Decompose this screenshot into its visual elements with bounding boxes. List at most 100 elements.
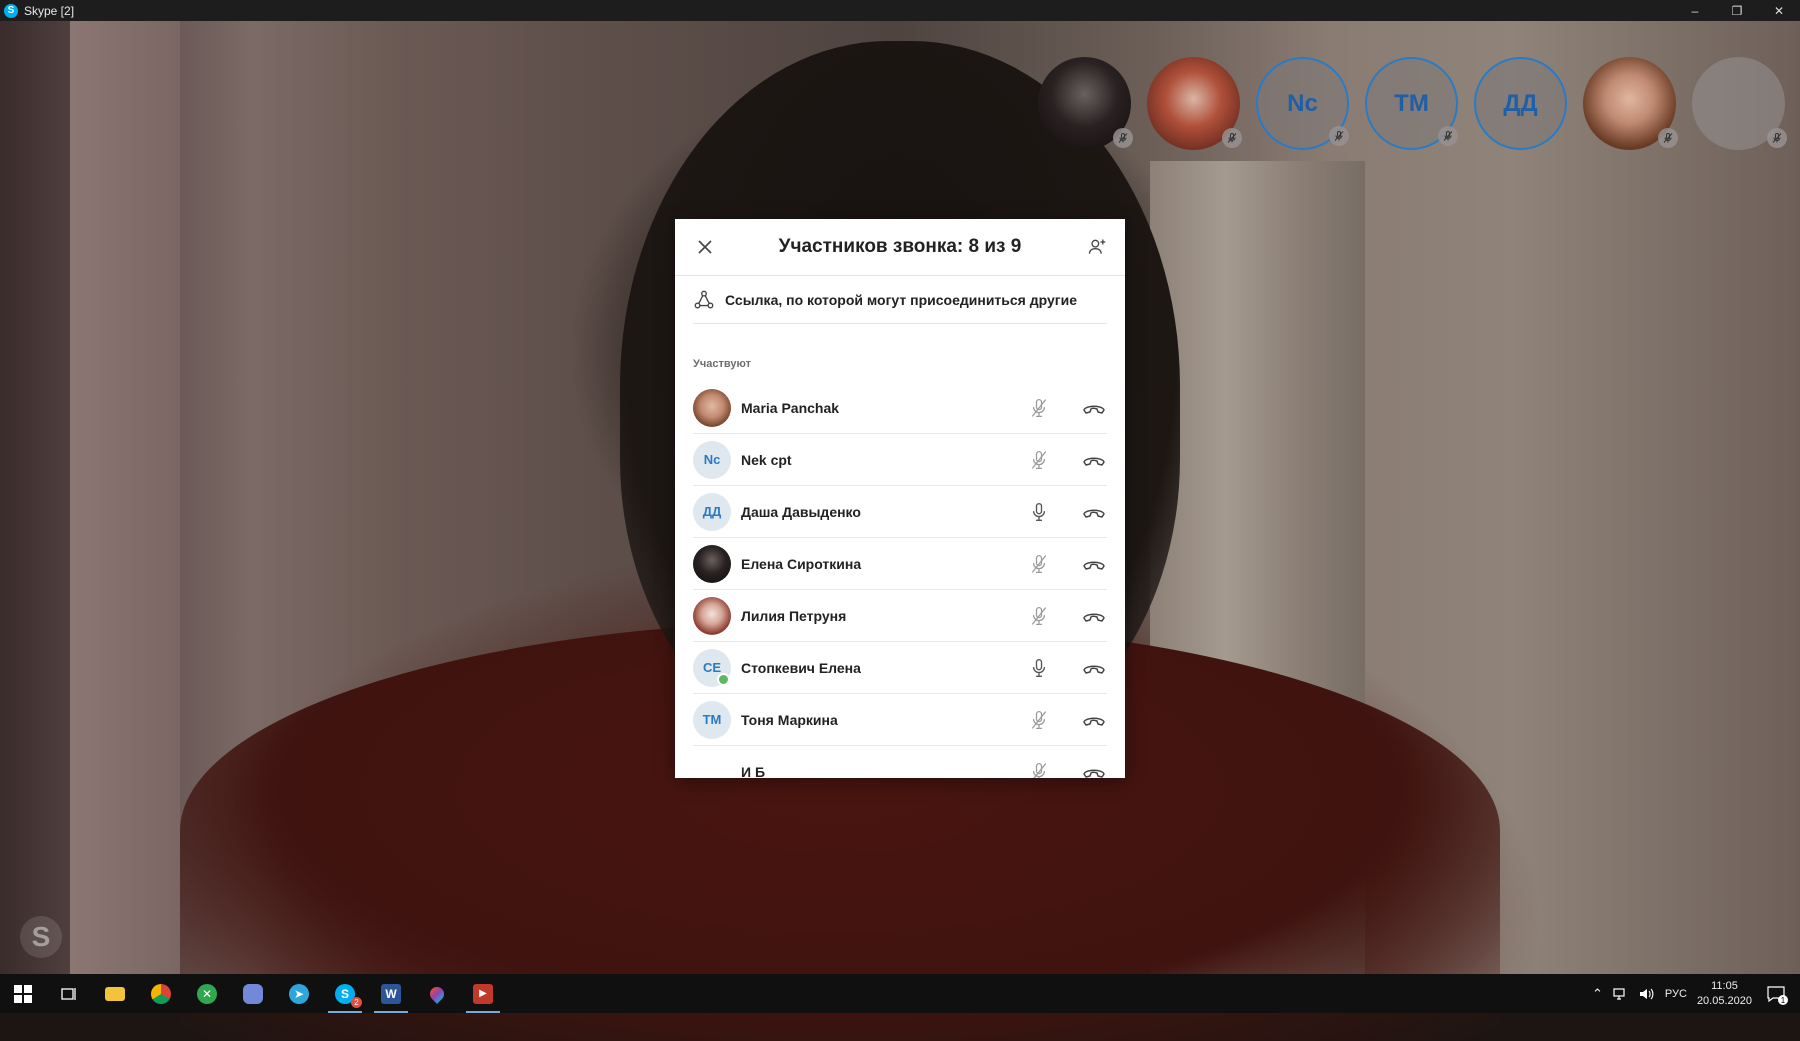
taskbar-chrome[interactable] (138, 974, 184, 1013)
close-window-button[interactable]: ✕ (1758, 0, 1800, 21)
windows-taskbar: ✕ ➤ S 2 W ▶ ⌃ РУС 11:05 20.05.2020 1 (0, 974, 1800, 1013)
volume-icon[interactable] (1639, 987, 1655, 1001)
participant-row[interactable]: Лилия Петруня (693, 590, 1107, 642)
word-icon: W (381, 983, 401, 1004)
add-person-icon (1088, 239, 1106, 254)
participant-row[interactable]: Maria Panchak (693, 382, 1107, 434)
remove-from-call-icon[interactable] (1081, 552, 1107, 576)
mic-off-icon[interactable] (1027, 604, 1051, 628)
participant-name: Nek cpt (741, 451, 792, 468)
participant-bubble[interactable] (1583, 57, 1678, 150)
participant-bubble[interactable] (1038, 57, 1133, 150)
mic-on-icon[interactable] (1027, 500, 1051, 524)
participant-avatar: ТМ (693, 700, 731, 739)
skype-notification-badge: 2 (351, 997, 362, 1008)
mic-off-icon[interactable] (1027, 760, 1051, 778)
taskbar-telegram[interactable]: ➤ (276, 974, 322, 1013)
chrome-icon (151, 983, 171, 1004)
video-background-wall (70, 21, 180, 974)
participant-row[interactable]: И Б (693, 746, 1107, 778)
mic-off-icon (1438, 126, 1458, 146)
taskbar-droplet-app[interactable] (414, 974, 460, 1013)
participant-avatar: СЕ (693, 648, 731, 687)
action-center-button[interactable]: 1 (1762, 974, 1790, 1013)
start-button[interactable] (0, 974, 46, 1013)
mic-on-icon[interactable] (1027, 656, 1051, 680)
telegram-icon: ➤ (289, 983, 309, 1004)
share-link-row[interactable]: Ссылка, по которой могут присоединиться … (693, 276, 1107, 324)
remove-from-call-icon[interactable] (1081, 500, 1107, 524)
close-dialog-button[interactable] (695, 237, 715, 257)
participant-avatar (693, 753, 731, 779)
restore-button[interactable]: ❐ (1716, 0, 1758, 21)
participant-bubble[interactable] (1692, 57, 1787, 150)
participant-name: Стопкевич Елена (741, 659, 861, 676)
taskbar-media-player[interactable]: ▶ (460, 974, 506, 1013)
remove-from-call-icon[interactable] (1081, 604, 1107, 628)
participant-avatar: Nc (693, 440, 731, 479)
participant-name: Лилия Петруня (741, 607, 847, 624)
participant-row[interactable]: ТМ Тоня Маркина (693, 694, 1107, 746)
participant-list: Maria Panchak Nc Nek cpt ДД Даша Давыденко Ел… (675, 382, 1125, 778)
participant-name: И Б (741, 763, 766, 779)
window-controls: – ❐ ✕ (1674, 0, 1800, 21)
avatar-initials: ТМ (702, 712, 722, 727)
remove-from-call-icon[interactable] (1081, 396, 1107, 420)
system-tray: ⌃ РУС 11:05 20.05.2020 1 (1592, 974, 1800, 1013)
mic-off-icon (1767, 128, 1787, 148)
participant-row[interactable]: СЕ Стопкевич Елена (693, 642, 1107, 694)
participant-bubble[interactable] (1147, 57, 1242, 150)
participant-name: Тоня Маркина (741, 711, 838, 728)
mic-off-icon[interactable] (1027, 448, 1051, 472)
participant-name: Maria Panchak (741, 399, 840, 416)
notification-count: 1 (1778, 995, 1788, 1005)
participant-row[interactable]: ДД Даша Давыденко (693, 486, 1107, 538)
avatar-initials: ДД (702, 504, 722, 519)
window-title: Skype [2] (24, 3, 75, 18)
dialog-header: Участников звонка: 8 из 9 (675, 219, 1125, 276)
mic-off-icon[interactable] (1027, 708, 1051, 732)
language-indicator[interactable]: РУС (1665, 988, 1687, 1000)
mic-off-icon[interactable] (1027, 552, 1051, 576)
section-label: Участвуют (693, 358, 751, 370)
task-view-button[interactable] (46, 974, 92, 1013)
bubble-initials: ДД (1503, 89, 1538, 117)
task-view-icon (61, 987, 76, 1000)
mic-off-icon (1329, 126, 1349, 146)
media-player-icon: ▶ (473, 983, 493, 1004)
participant-avatar (693, 596, 731, 635)
mic-off-icon[interactable] (1027, 396, 1051, 420)
remove-from-call-icon[interactable] (1081, 448, 1107, 472)
online-status-dot (717, 672, 730, 686)
taskbar-discord[interactable] (230, 974, 276, 1013)
participant-row[interactable]: Nc Nek cpt (693, 434, 1107, 486)
windows-logo-icon (14, 984, 32, 1003)
minimize-button[interactable]: – (1674, 0, 1716, 21)
taskbar-word[interactable]: W (368, 974, 414, 1013)
xbox-icon: ✕ (197, 983, 217, 1004)
network-icon[interactable] (1613, 987, 1629, 1001)
share-link-label: Ссылка, по которой могут присоединиться … (725, 291, 1078, 308)
participant-bubble[interactable]: Nc (1256, 57, 1349, 150)
participant-avatar (693, 544, 731, 583)
participant-row[interactable]: Елена Сироткина (693, 538, 1107, 590)
participant-bubbles: Nc TM ДД (1038, 57, 1787, 150)
remove-from-call-icon[interactable] (1081, 760, 1107, 779)
taskbar-xbox[interactable]: ✕ (184, 974, 230, 1013)
avatar-initials: Nc (703, 452, 721, 467)
share-link-icon (694, 290, 714, 308)
add-participant-button[interactable] (1085, 235, 1109, 259)
remove-from-call-icon[interactable] (1081, 656, 1107, 680)
tray-expand-icon[interactable]: ⌃ (1592, 986, 1603, 1002)
droplet-icon (427, 983, 447, 1004)
discord-icon (243, 983, 263, 1004)
participant-name: Елена Сироткина (741, 555, 862, 572)
participant-bubble[interactable]: ДД (1474, 57, 1567, 150)
taskbar-clock[interactable]: 11:05 20.05.2020 (1697, 979, 1752, 1009)
participant-bubble[interactable]: TM (1365, 57, 1458, 150)
close-icon (698, 240, 712, 254)
skype-app-icon: S (4, 3, 18, 18)
remove-from-call-icon[interactable] (1081, 708, 1107, 732)
taskbar-file-explorer[interactable] (92, 974, 138, 1013)
taskbar-skype[interactable]: S 2 (322, 974, 368, 1013)
